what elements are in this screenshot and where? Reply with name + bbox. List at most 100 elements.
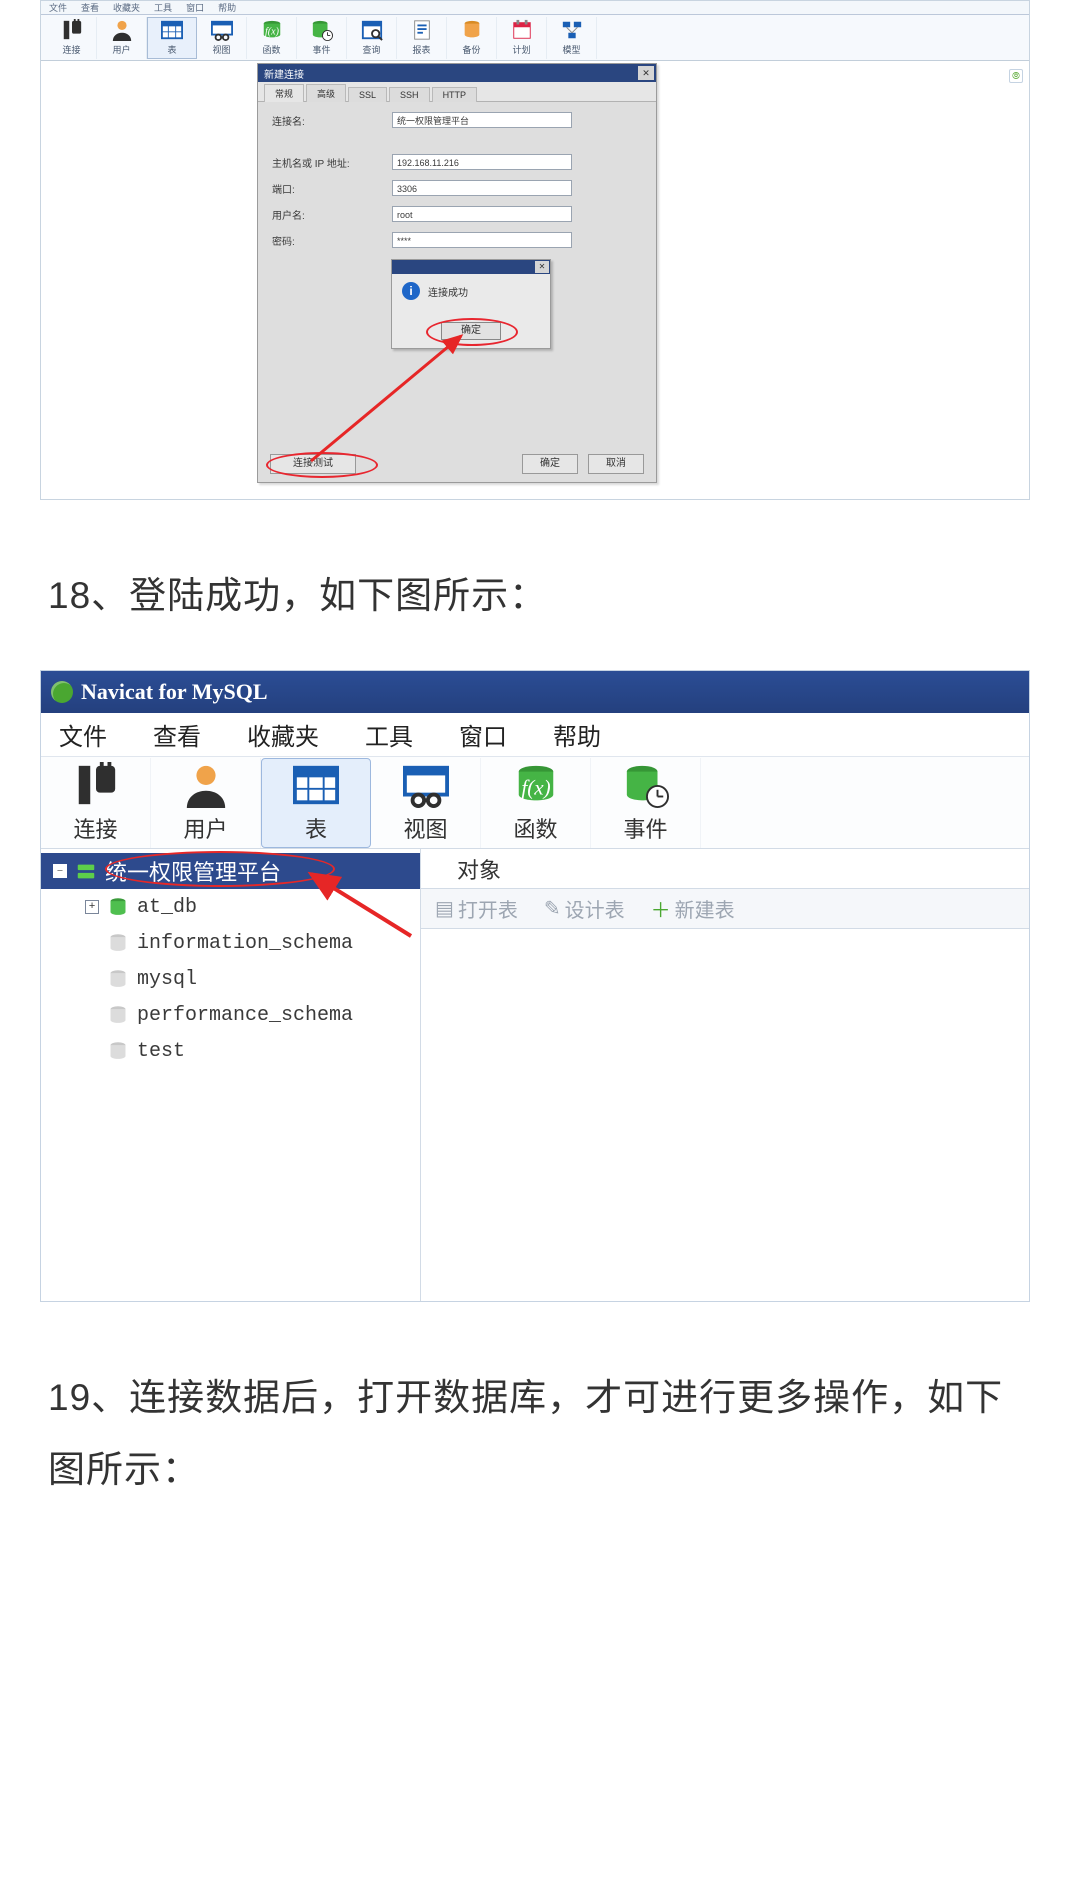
toolbar-user-button[interactable]: 用户 [97, 17, 147, 59]
navicat-icon [51, 681, 73, 703]
dialog-title-bar: 新建连接 ✕ [258, 64, 656, 82]
tab-ssl[interactable]: SSL [348, 87, 387, 102]
connection-tree: − 统一权限管理平台 +at_db information_schemamysql… [41, 849, 421, 1301]
app-title-bar: Navicat for MySQL [41, 671, 1029, 713]
menu-item[interactable]: 收藏夹 [113, 1, 140, 14]
toolbar-table-button[interactable]: 表 [261, 758, 371, 848]
menu-item[interactable]: 窗口 [459, 717, 507, 752]
toolbar-clock-button[interactable]: 事件 [591, 758, 701, 848]
content-tab[interactable]: 对象 [421, 849, 1029, 889]
toolbar-backup-button[interactable]: 备份 [447, 17, 497, 59]
toolbar-user-button[interactable]: 用户 [151, 758, 261, 848]
toolbar-fx-button[interactable]: 函数 [247, 17, 297, 59]
query-icon [361, 19, 383, 41]
tree-db-node[interactable]: information_schema [41, 925, 420, 961]
screenshot-connection-dialog: 文件 查看 收藏夹 工具 窗口 帮助 连接用户表视图函数事件查询报表备份计划模型… [40, 0, 1030, 500]
design-table-button[interactable]: ✎设计表 [544, 894, 625, 923]
toolbar-model-button[interactable]: 模型 [547, 17, 597, 59]
toolbar-query-button[interactable]: 查询 [347, 17, 397, 59]
edit-icon: ✎ [544, 896, 561, 921]
user-input[interactable]: root [392, 206, 572, 222]
user-icon [111, 19, 133, 41]
step-18-caption: 18、登陆成功，如下图所示： [48, 560, 1032, 632]
plan-icon [511, 19, 533, 41]
open-icon: ▤ [435, 896, 454, 921]
tag-icon[interactable]: ⦾ [1009, 69, 1023, 83]
toolbar-plug-button[interactable]: 连接 [41, 758, 151, 848]
tree-connection-node[interactable]: − 统一权限管理平台 [41, 853, 420, 889]
tree-db-label: at_db [137, 896, 197, 919]
database-icon [107, 1005, 129, 1025]
close-icon[interactable]: ✕ [535, 261, 549, 273]
new-table-button[interactable]: ＋新建表 [651, 894, 735, 923]
content-pane: 对象 ▤打开表 ✎设计表 ＋新建表 [421, 849, 1029, 1301]
msgbox-ok-button[interactable]: 确定 [441, 322, 501, 340]
server-icon [75, 861, 97, 881]
tab-ssh[interactable]: SSH [389, 87, 430, 102]
model-icon [561, 19, 583, 41]
conn-name-label: 连接名: [272, 113, 392, 128]
toolbar-fx-button[interactable]: 函数 [481, 758, 591, 848]
action-bar: ▤打开表 ✎设计表 ＋新建表 [421, 889, 1029, 929]
dialog-title: 新建连接 [264, 66, 304, 81]
success-msgbox: ✕ i 连接成功 确定 [391, 259, 551, 349]
tree-db-node[interactable]: performance_schema [41, 997, 420, 1033]
port-label: 端口: [272, 181, 392, 196]
view-icon [211, 19, 233, 41]
pwd-input[interactable]: **** [392, 232, 572, 248]
port-input[interactable]: 3306 [392, 180, 572, 196]
cancel-button[interactable]: 取消 [588, 454, 644, 474]
user-icon [183, 762, 229, 808]
host-label: 主机名或 IP 地址: [272, 155, 392, 170]
view-icon [403, 762, 449, 808]
tree-db-node[interactable]: mysql [41, 961, 420, 997]
plug-icon [61, 19, 83, 41]
pwd-label: 密码: [272, 233, 392, 248]
toolbar-clock-button[interactable]: 事件 [297, 17, 347, 59]
test-connection-button[interactable]: 连接测试 [270, 454, 356, 474]
tab-advanced[interactable]: 高级 [306, 84, 346, 102]
menu-bar: 文件 查看 收藏夹 工具 窗口 帮助 [41, 1, 1029, 15]
menu-item[interactable]: 工具 [154, 1, 172, 14]
tree-db-node[interactable]: test [41, 1033, 420, 1069]
fx-icon [513, 762, 559, 808]
conn-name-input[interactable]: 统一权限管理平台 [392, 112, 572, 128]
menu-item[interactable]: 帮助 [553, 717, 601, 752]
plug-icon [73, 762, 119, 808]
user-label: 用户名: [272, 207, 392, 222]
menu-item[interactable]: 收藏夹 [247, 717, 319, 752]
menu-item[interactable]: 文件 [49, 1, 67, 14]
report-icon [411, 19, 433, 41]
menu-item[interactable]: 查看 [153, 717, 201, 752]
tree-db-label: information_schema [137, 932, 353, 955]
clock-icon [623, 762, 669, 808]
tree-db-label: mysql [137, 968, 197, 991]
tree-db-label: performance_schema [137, 1004, 353, 1027]
database-icon [107, 969, 129, 989]
toolbar-view-button[interactable]: 视图 [371, 758, 481, 848]
toolbar-plug-button[interactable]: 连接 [47, 17, 97, 59]
menu-item[interactable]: 窗口 [186, 1, 204, 14]
tree-db-node[interactable]: +at_db [41, 889, 420, 925]
tab-general[interactable]: 常规 [264, 84, 304, 102]
database-icon [107, 897, 129, 917]
menu-item[interactable]: 工具 [365, 717, 413, 752]
tree-connection-label: 统一权限管理平台 [105, 855, 281, 887]
database-icon [107, 933, 129, 953]
host-input[interactable]: 192.168.11.216 [392, 154, 572, 170]
toolbar-view-button[interactable]: 视图 [197, 17, 247, 59]
add-icon: ＋ [651, 894, 671, 923]
menu-item[interactable]: 帮助 [218, 1, 236, 14]
toolbar-plan-button[interactable]: 计划 [497, 17, 547, 59]
close-icon[interactable]: ✕ [638, 66, 654, 80]
database-icon [107, 1041, 129, 1061]
tab-http[interactable]: HTTP [432, 87, 478, 102]
toolbar-table-button[interactable]: 表 [147, 17, 197, 59]
toolbar-report-button[interactable]: 报表 [397, 17, 447, 59]
backup-icon [461, 19, 483, 41]
open-table-button[interactable]: ▤打开表 [435, 894, 518, 923]
main-toolbar: 连接用户表视图函数事件 [41, 757, 1029, 849]
menu-item[interactable]: 文件 [59, 717, 107, 752]
menu-item[interactable]: 查看 [81, 1, 99, 14]
ok-button[interactable]: 确定 [522, 454, 578, 474]
